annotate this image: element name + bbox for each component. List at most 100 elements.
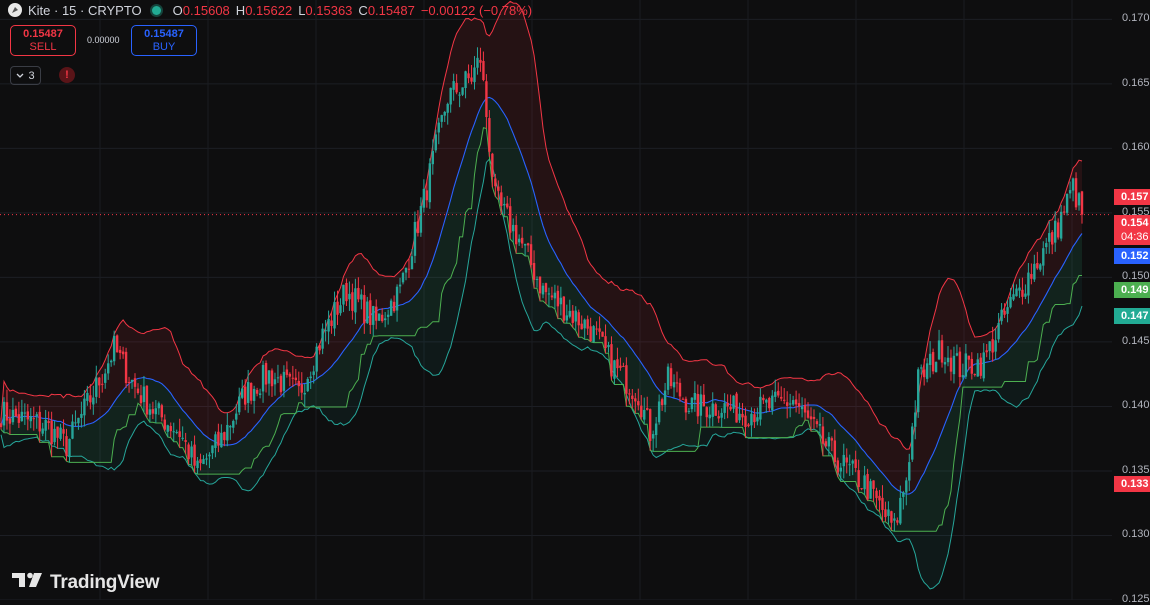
kite-logo-icon [8,3,22,17]
candle-body [744,415,747,427]
candle-body [631,395,634,400]
candle-body [535,278,539,280]
candle-body [321,328,324,349]
candle-body [526,243,530,246]
candle-body [252,388,256,401]
candle-body [747,424,750,427]
candle-body [303,392,306,395]
candle-body [419,205,423,233]
candle-body [363,295,366,324]
candle-body [235,413,238,420]
candle-body [53,428,56,443]
candle-body [550,295,554,298]
candle-body [476,57,479,68]
price-axis-tick: 0.160 [1122,141,1150,154]
candle-body [976,359,979,377]
chevron-down-icon [16,70,24,82]
candle-body [497,186,500,191]
candle-body [229,426,232,428]
candle-body [726,402,729,407]
candle-body [50,420,53,445]
candle-body [857,470,860,488]
candle-body [1033,263,1036,280]
candle-body [514,224,518,245]
candle-body [908,462,911,481]
candle-body [14,408,18,417]
candle-body [485,81,488,118]
high-key: H [235,2,246,18]
candle-body [660,399,664,406]
candle-body [512,224,515,232]
candle-body [56,426,59,438]
candle-body [127,381,131,383]
candle-body [375,306,378,321]
candle-body [517,238,521,243]
ma-price-tag: 0.152 [1114,248,1150,264]
low-key: L [298,2,306,18]
candle-body [464,71,467,89]
candle-body [982,352,985,379]
candle-body [309,376,312,379]
candle-body [1080,191,1084,215]
candle-body [488,118,491,152]
candle-body [851,460,854,464]
candle-body [1048,233,1051,242]
candle-body [324,330,327,332]
candle-body [443,111,446,116]
candle-body [833,440,837,463]
candle-body [1036,263,1039,269]
candle-body [720,412,723,418]
sell-button[interactable]: 0.15487 SELL [10,25,76,56]
candle-body [821,426,825,444]
candle-body [315,346,318,372]
candle-body [258,393,262,395]
candle-body [756,417,759,422]
candle-body [160,405,164,418]
candle-body [202,459,205,465]
candle-body [181,437,184,439]
candle-body [255,389,259,394]
candle-body [919,367,923,369]
candle-body [646,408,649,410]
close-value: 0.15487 [367,2,415,18]
candle-body [869,481,872,499]
candle-body [1027,272,1030,296]
candle-body [914,412,917,427]
candle-body [80,413,83,418]
indicators-toggle-button[interactable]: 3 [10,66,41,85]
candle-body [824,441,828,447]
candle-body [83,398,86,416]
candle-body [911,426,914,460]
buy-button[interactable]: 0.15487 BUY [131,25,197,56]
candle-body [241,388,244,398]
candle-body [759,396,762,420]
candle-body [383,318,387,321]
candle-body [866,474,869,500]
candle-body [437,122,440,133]
candle-body [541,285,545,295]
candle-body [762,397,765,401]
candle-body [884,509,887,518]
candle-body [440,115,443,122]
candle-body [470,77,473,82]
candle-body [59,427,62,439]
candle-body [693,392,697,400]
candle-body [836,460,840,473]
candle-body [98,377,101,386]
price-chart[interactable] [0,0,1150,600]
candle-body [583,319,586,329]
candle-body [1012,294,1015,300]
candle-body [506,203,509,208]
candle-body [318,345,321,351]
candle-countdown: 04:36 [1121,231,1149,243]
candle-body [946,357,950,363]
candle-body [768,398,771,409]
lower-band-price-tag: 0.147 [1114,308,1150,324]
tradingview-logo[interactable]: TradingView [12,571,160,595]
symbol-name[interactable]: Kite · 15 · CRYPTO [28,3,142,18]
candle-body [491,153,494,177]
candle-body [771,395,774,411]
current-price: 0.154 [1121,217,1149,229]
warning-icon[interactable]: ! [59,67,75,83]
candle-body [26,411,30,420]
